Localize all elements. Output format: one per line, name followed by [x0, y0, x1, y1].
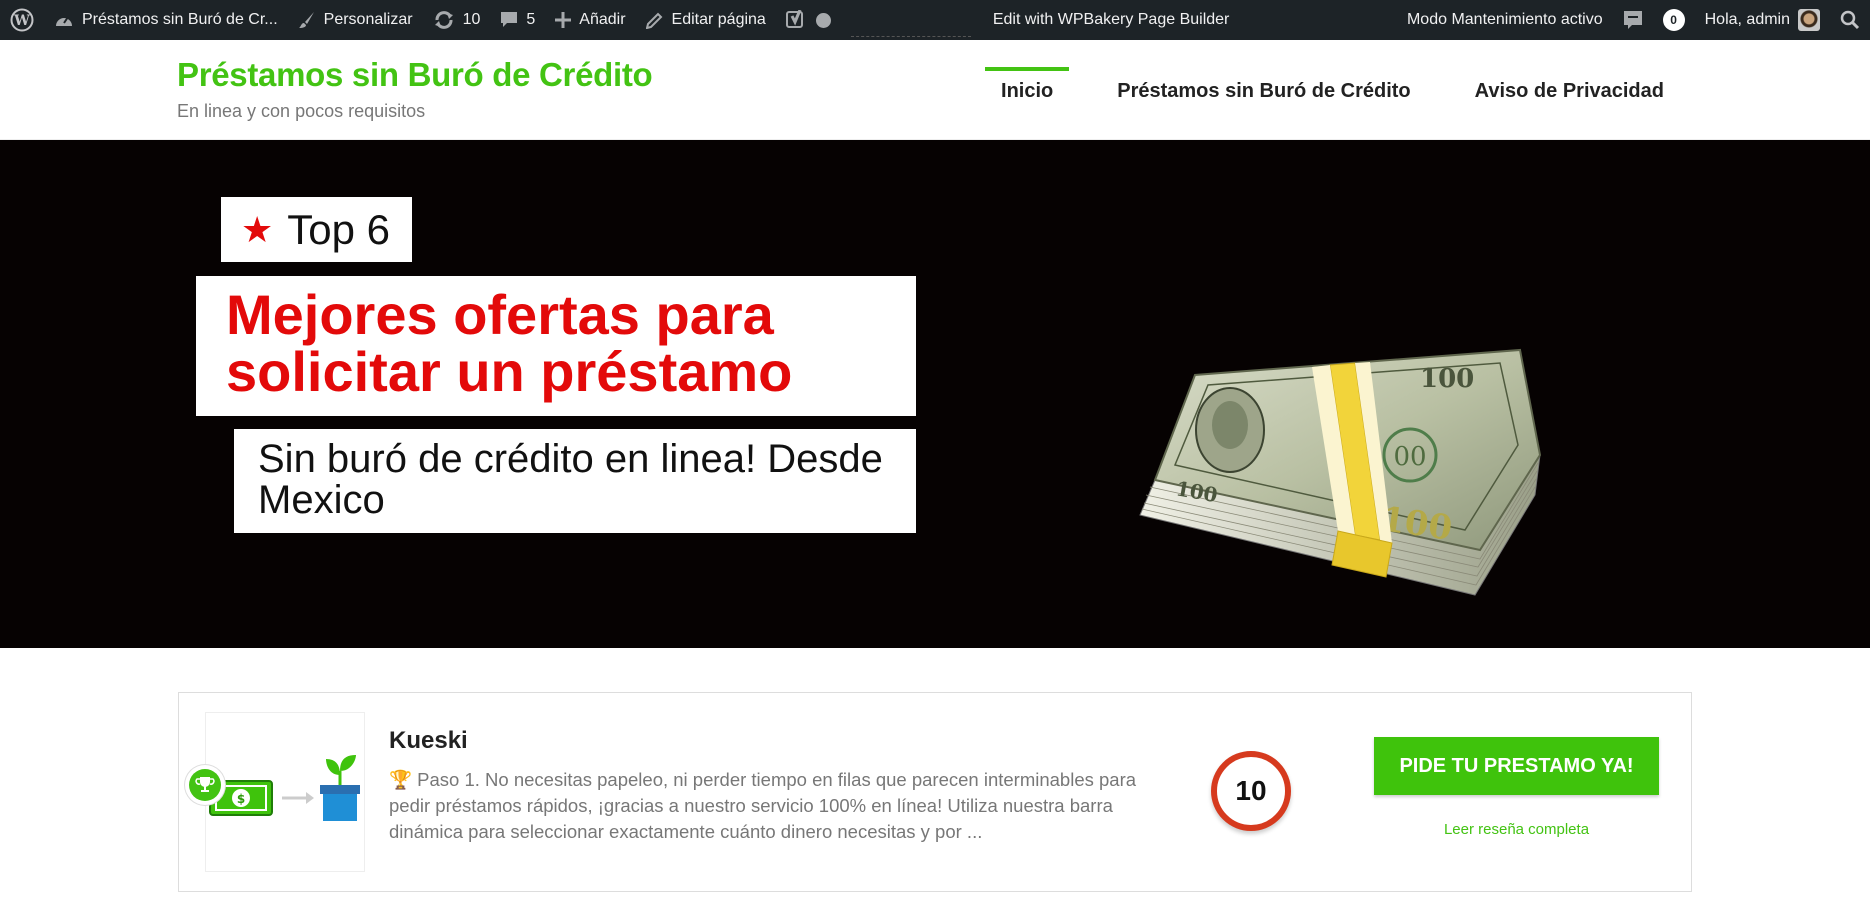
- read-full-review-link[interactable]: Leer reseña completa: [1374, 821, 1659, 838]
- adminbar-right-group: Modo Mantenimiento activo 0 Hola, admin: [1397, 0, 1870, 40]
- seo-status-dot-icon: [815, 12, 831, 28]
- offer-description: 🏆 Paso 1. No necesitas papeleo, ni perde…: [389, 769, 1137, 842]
- wp-admin-bar: W Préstamos sin Buró de Cr... Personaliz…: [0, 0, 1870, 40]
- notification-bubble-icon: [1623, 11, 1642, 29]
- updates-refresh-icon: [433, 10, 455, 30]
- adminbar-updates[interactable]: 10: [423, 0, 491, 40]
- adminbar-comments[interactable]: 5: [490, 0, 545, 40]
- adminbar-my-account[interactable]: Hola, admin: [1695, 0, 1830, 40]
- plus-icon: [555, 12, 572, 28]
- site-header: Préstamos sin Buró de Crédito En linea y…: [0, 40, 1870, 140]
- yoast-seo-icon[interactable]: [776, 0, 841, 40]
- adminbar-maintenance-label: Modo Mantenimiento activo: [1406, 11, 1603, 28]
- adminbar-search[interactable]: [1830, 0, 1870, 40]
- adminbar-customize-label: Personalizar: [323, 11, 413, 28]
- search-icon: [1840, 10, 1860, 30]
- adminbar-add-new[interactable]: Añadir: [545, 0, 635, 40]
- offer-name[interactable]: Kueski: [389, 727, 468, 755]
- site-title[interactable]: Préstamos sin Buró de Crédito: [177, 56, 653, 94]
- svg-text:$: $: [237, 792, 245, 806]
- loan-offer-card: $ Kueski 🏆 Paso 1. No necesitas papeleo,…: [178, 692, 1692, 892]
- adminbar-notification-comments[interactable]: [1613, 0, 1653, 40]
- notification-count-badge: 0: [1662, 9, 1685, 31]
- pencil-icon: [645, 11, 664, 29]
- adminbar-site-name: Préstamos sin Buró de Cr...: [82, 11, 278, 28]
- star-icon: ★: [241, 208, 274, 250]
- hero-headline-line-1: Mejores ofertas para: [226, 283, 774, 346]
- svg-text:00: 00: [1393, 442, 1426, 472]
- hero-banner: ★ Top 6 Mejores ofertas para solicitar u…: [0, 140, 1870, 648]
- adminbar-add-new-label: Añadir: [579, 11, 626, 28]
- adminbar-wpbakery-label: Edit with WPBakery Page Builder: [992, 11, 1230, 28]
- adminbar-comments-count: 5: [526, 11, 536, 28]
- adminbar-empty-slot: [850, 3, 971, 37]
- money-stack-image: 00 100 100 100: [1139, 348, 1542, 596]
- main-navigation: Inicio Préstamos sin Buró de Crédito Avi…: [985, 67, 1680, 103]
- apply-loan-button[interactable]: PIDE TU PRESTAMO YA!: [1374, 737, 1659, 795]
- hero-subheading-line-1: Sin buró de crédito en linea! Desde: [258, 437, 883, 481]
- dashboard-gauge-icon: [54, 11, 74, 29]
- nav-item-aviso-privacidad[interactable]: Aviso de Privacidad: [1459, 68, 1680, 103]
- site-tagline: En linea y con pocos requisitos: [177, 101, 426, 121]
- top-badge-label: Top 6: [287, 205, 391, 253]
- hero-subheading-box: Sin buró de crédito en linea! Desde Mexi…: [234, 429, 916, 533]
- adminbar-edit-page-label: Editar página: [671, 11, 766, 28]
- adminbar-greeting: Hola, admin: [1704, 11, 1790, 28]
- hero-headline-box: Mejores ofertas para solicitar un présta…: [196, 276, 916, 416]
- money-to-plant-icon: $: [209, 755, 360, 821]
- adminbar-maintenance[interactable]: Modo Mantenimiento activo: [1397, 0, 1613, 40]
- top-badge: ★ Top 6: [221, 197, 412, 262]
- adminbar-customize[interactable]: Personalizar: [288, 0, 423, 40]
- offer-score: 10: [1211, 751, 1291, 831]
- wordpress-logo-icon[interactable]: W: [0, 0, 44, 40]
- svg-text:W: W: [13, 13, 30, 29]
- svg-text:100: 100: [1420, 364, 1474, 394]
- adminbar-updates-count: 10: [462, 11, 481, 28]
- trophy-icon: [189, 769, 221, 801]
- comment-bubble-icon: [500, 11, 518, 29]
- paintbrush-icon: [298, 11, 316, 29]
- adminbar-edit-page[interactable]: Editar página: [636, 0, 776, 40]
- avatar: [1798, 9, 1820, 31]
- adminbar-site-link[interactable]: Préstamos sin Buró de Cr...: [44, 0, 288, 40]
- adminbar-notifications-badge[interactable]: 0: [1653, 0, 1695, 40]
- nav-item-inicio[interactable]: Inicio: [985, 67, 1070, 103]
- trophy-badge: [185, 765, 225, 805]
- offer-thumbnail[interactable]: $: [185, 712, 365, 872]
- adminbar-wpbakery[interactable]: Edit with WPBakery Page Builder: [981, 0, 1240, 40]
- hero-subheading-line-2: Mexico: [258, 478, 385, 522]
- hero-headline-line-2: solicitar un préstamo: [226, 340, 793, 403]
- nav-item-prestamos[interactable]: Préstamos sin Buró de Crédito: [1101, 68, 1426, 103]
